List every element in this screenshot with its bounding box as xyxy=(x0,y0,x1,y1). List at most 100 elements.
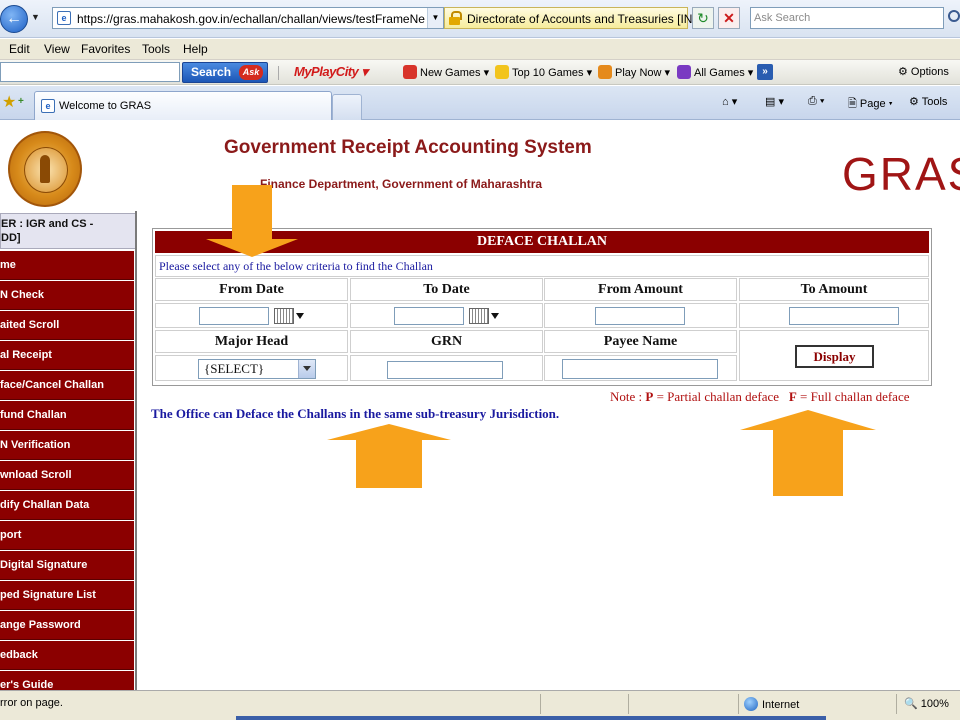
menu-edit[interactable]: Edit xyxy=(9,42,30,56)
chevron-down-icon[interactable] xyxy=(298,360,315,378)
search-icon[interactable] xyxy=(948,10,960,22)
refresh-button[interactable]: ↻ xyxy=(692,7,714,29)
sidebar-item-modify-challan-data[interactable]: dify Challan Data xyxy=(0,491,134,520)
menu-tools[interactable]: Tools xyxy=(142,42,170,56)
myplaycity-text: MyPlayCity xyxy=(294,64,359,79)
top10-games-link[interactable]: Top 10 Games ▾ xyxy=(495,65,592,79)
top10-games-label: Top 10 Games xyxy=(512,67,584,79)
address-dropdown[interactable]: ▼ xyxy=(427,8,443,28)
ask-toolbar: Search Ask MyPlayCity ▾ New Games ▾ Top … xyxy=(0,60,960,85)
new-tab-button[interactable] xyxy=(332,94,362,120)
menu-favorites[interactable]: Favorites xyxy=(81,42,130,56)
new-games-label: New Games xyxy=(420,67,481,79)
stop-button[interactable]: ✕ xyxy=(718,7,740,29)
site-identity: Directorate of Accounts and Treasuries [… xyxy=(467,12,696,26)
sidebar-item-digital-signature[interactable]: Digital Signature xyxy=(0,551,134,580)
sidebar-item-feedback[interactable]: edback xyxy=(0,641,134,670)
ask-search-input[interactable]: Ask Search xyxy=(750,7,960,29)
note-f-key: F xyxy=(788,389,797,404)
sidebar-item-refund-challan[interactable]: fund Challan xyxy=(0,401,134,430)
from-date-input[interactable] xyxy=(199,307,269,325)
from-amount-cell xyxy=(544,303,737,328)
jurisdiction-message: The Office can Deface the Challans in th… xyxy=(151,406,560,421)
payee-name-cell xyxy=(544,355,737,381)
major-head-select[interactable]: {SELECT} xyxy=(198,359,316,379)
recent-pages-dropdown[interactable]: ▼ xyxy=(31,12,40,22)
options-button[interactable]: ⚙ Options xyxy=(898,65,949,78)
all-games-link[interactable]: All Games ▾ xyxy=(677,65,753,79)
home-icon[interactable]: ⌂ ▾ xyxy=(722,95,737,108)
user-info: ER : IGR and CS - DD] xyxy=(0,213,135,249)
toolbar-separator xyxy=(278,66,279,80)
note-f-text: = Full challan deface xyxy=(796,389,910,404)
play-now-link[interactable]: Play Now ▾ xyxy=(598,65,670,79)
to-date-input[interactable] xyxy=(394,307,464,325)
new-games-link[interactable]: New Games ▾ xyxy=(403,65,489,79)
status-divider xyxy=(540,694,541,714)
play-icon xyxy=(598,65,612,79)
maharashtra-emblem xyxy=(8,131,82,207)
address-field[interactable]: e https://gras.mahakosh.gov.in/echallan/… xyxy=(52,7,444,29)
star-icon xyxy=(495,65,509,79)
tools-menu[interactable]: ⚙ Tools xyxy=(909,95,947,108)
toolbar-search-input[interactable] xyxy=(0,62,180,82)
print-icon[interactable]: ⎙ ▾ xyxy=(808,95,824,108)
toolbar-search-button[interactable]: Search Ask xyxy=(182,62,268,83)
gras-logo: GRAS xyxy=(842,148,960,200)
form-hint: Please select any of the below criteria … xyxy=(155,255,929,277)
sidebar-item-signature-list[interactable]: ped Signature List xyxy=(0,581,134,610)
options-label: Options xyxy=(910,66,949,78)
sidebar-item-grn-verification[interactable]: N Verification xyxy=(0,431,134,460)
from-date-calendar-icon[interactable] xyxy=(274,308,304,324)
menu-view[interactable]: View xyxy=(44,42,70,56)
gamepad-icon xyxy=(677,65,691,79)
myplaycity-logo[interactable]: MyPlayCity ▾ xyxy=(294,64,368,80)
sidebar-item-change-password[interactable]: ange Password xyxy=(0,611,134,640)
url-text: https://gras.mahakosh.gov.in/echallan/ch… xyxy=(77,12,425,26)
page-title: Government Receipt Accounting System xyxy=(224,137,592,158)
sidebar-menu: ER : IGR and CS - DD] me N Check aited S… xyxy=(0,211,137,690)
display-button[interactable]: Display xyxy=(795,345,874,368)
grn-cell xyxy=(350,355,543,381)
taskbar-strip xyxy=(236,716,826,720)
feeds-icon[interactable]: ▤ ▾ xyxy=(765,95,784,108)
more-chevron-icon[interactable]: » xyxy=(757,64,773,80)
ie-tab-icon: e xyxy=(41,99,55,113)
grn-input[interactable] xyxy=(387,361,503,379)
payee-name-input[interactable] xyxy=(562,359,718,379)
add-favorite-icon[interactable]: + xyxy=(18,96,24,107)
sidebar-item-users-guide[interactable]: er's Guide xyxy=(0,671,134,690)
sidebar-item-manual-receipt[interactable]: al Receipt xyxy=(0,341,134,370)
down-arrow-icon xyxy=(206,185,298,257)
security-zone[interactable]: Internet xyxy=(744,697,799,711)
sidebar-item-awaited-scroll[interactable]: aited Scroll xyxy=(0,311,134,340)
toolbar-search-label: Search xyxy=(191,65,232,79)
display-cell: Display xyxy=(739,330,929,381)
ie-page-icon: e xyxy=(57,11,71,25)
zoom-level[interactable]: 🔍 100% xyxy=(904,697,949,710)
tab-welcome-gras[interactable]: e Welcome to GRAS xyxy=(34,91,332,120)
major-head-label: Major Head xyxy=(155,330,348,353)
lock-icon xyxy=(449,11,462,25)
security-report[interactable]: Directorate of Accounts and Treasuries [… xyxy=(444,7,696,29)
address-bar-row: ← ▼ e https://gras.mahakosh.gov.in/echal… xyxy=(0,0,960,38)
back-button[interactable]: ← xyxy=(0,5,28,33)
sidebar-item-report[interactable]: port xyxy=(0,521,134,550)
to-amount-cell xyxy=(739,303,929,328)
play-now-label: Play Now xyxy=(615,67,662,79)
sidebar-item-deface-cancel-challan[interactable]: face/Cancel Challan xyxy=(0,371,134,400)
favorites-star-icon[interactable]: ★ xyxy=(2,92,16,112)
to-date-calendar-icon[interactable] xyxy=(469,308,499,324)
from-amount-input[interactable] xyxy=(595,307,685,325)
sidebar-item-home[interactable]: me xyxy=(0,251,134,280)
to-amount-input[interactable] xyxy=(789,307,899,325)
menu-help[interactable]: Help xyxy=(183,42,208,56)
search-placeholder: Ask Search xyxy=(754,12,811,24)
sidebar-item-download-scroll[interactable]: wnload Scroll xyxy=(0,461,134,490)
page-menu[interactable]: 🗎 Page ▾ xyxy=(848,95,893,114)
sidebar-item-grn-check[interactable]: N Check xyxy=(0,281,134,310)
major-head-cell: {SELECT} xyxy=(155,355,348,381)
zoom-label: 100% xyxy=(920,698,949,710)
user-info-line2: DD] xyxy=(1,232,21,244)
status-divider xyxy=(628,694,629,714)
